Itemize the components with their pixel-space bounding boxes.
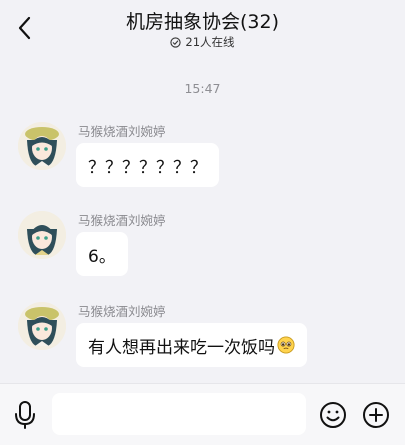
- chat-header: 机房抽象协会(32) 21人在线: [0, 0, 405, 56]
- online-status: 21人在线: [0, 34, 405, 50]
- plus-circle-icon: [363, 402, 389, 428]
- message-bubble[interactable]: 有人想再出来吃一次饭吗: [76, 323, 307, 367]
- chat-screen: 机房抽象协会(32) 21人在线 15:47 马猴烧酒刘婉婷 ？？？？？？？ 马…: [0, 0, 405, 445]
- smiley-icon: [320, 402, 346, 428]
- avatar[interactable]: [18, 122, 66, 170]
- message-text: ？？？？？？？: [88, 157, 207, 178]
- online-status-icon: [170, 36, 182, 48]
- microphone-icon: [15, 401, 35, 429]
- group-title[interactable]: 机房抽象协会(32): [0, 7, 405, 34]
- input-bar: [0, 383, 405, 445]
- message-text: 6。: [88, 246, 116, 267]
- more-button[interactable]: [359, 398, 393, 432]
- avatar-image: [18, 122, 66, 170]
- message-text: 有人想再出来吃一次饭吗: [88, 337, 275, 358]
- pleading-face-emoji-icon: [277, 336, 295, 354]
- message-timestamp: 15:47: [184, 81, 221, 96]
- sender-name[interactable]: 马猴烧酒刘婉婷: [78, 121, 166, 140]
- sender-name[interactable]: 马猴烧酒刘婉婷: [78, 301, 166, 320]
- avatar-image: [18, 302, 66, 350]
- sender-name[interactable]: 马猴烧酒刘婉婷: [78, 210, 166, 229]
- message-list[interactable]: 15:47 马猴烧酒刘婉婷 ？？？？？？？ 马猴烧酒刘婉婷 6。 马猴烧酒刘婉婷…: [0, 56, 405, 382]
- message-bubble[interactable]: ？？？？？？？: [76, 143, 219, 187]
- avatar[interactable]: [18, 211, 66, 259]
- message-input[interactable]: [52, 393, 306, 435]
- avatar[interactable]: [18, 302, 66, 350]
- voice-button[interactable]: [8, 398, 42, 432]
- emoji-button[interactable]: [316, 398, 350, 432]
- online-count-label: 21人在线: [185, 35, 235, 49]
- avatar-image: [18, 211, 66, 259]
- message-bubble[interactable]: 6。: [76, 232, 128, 276]
